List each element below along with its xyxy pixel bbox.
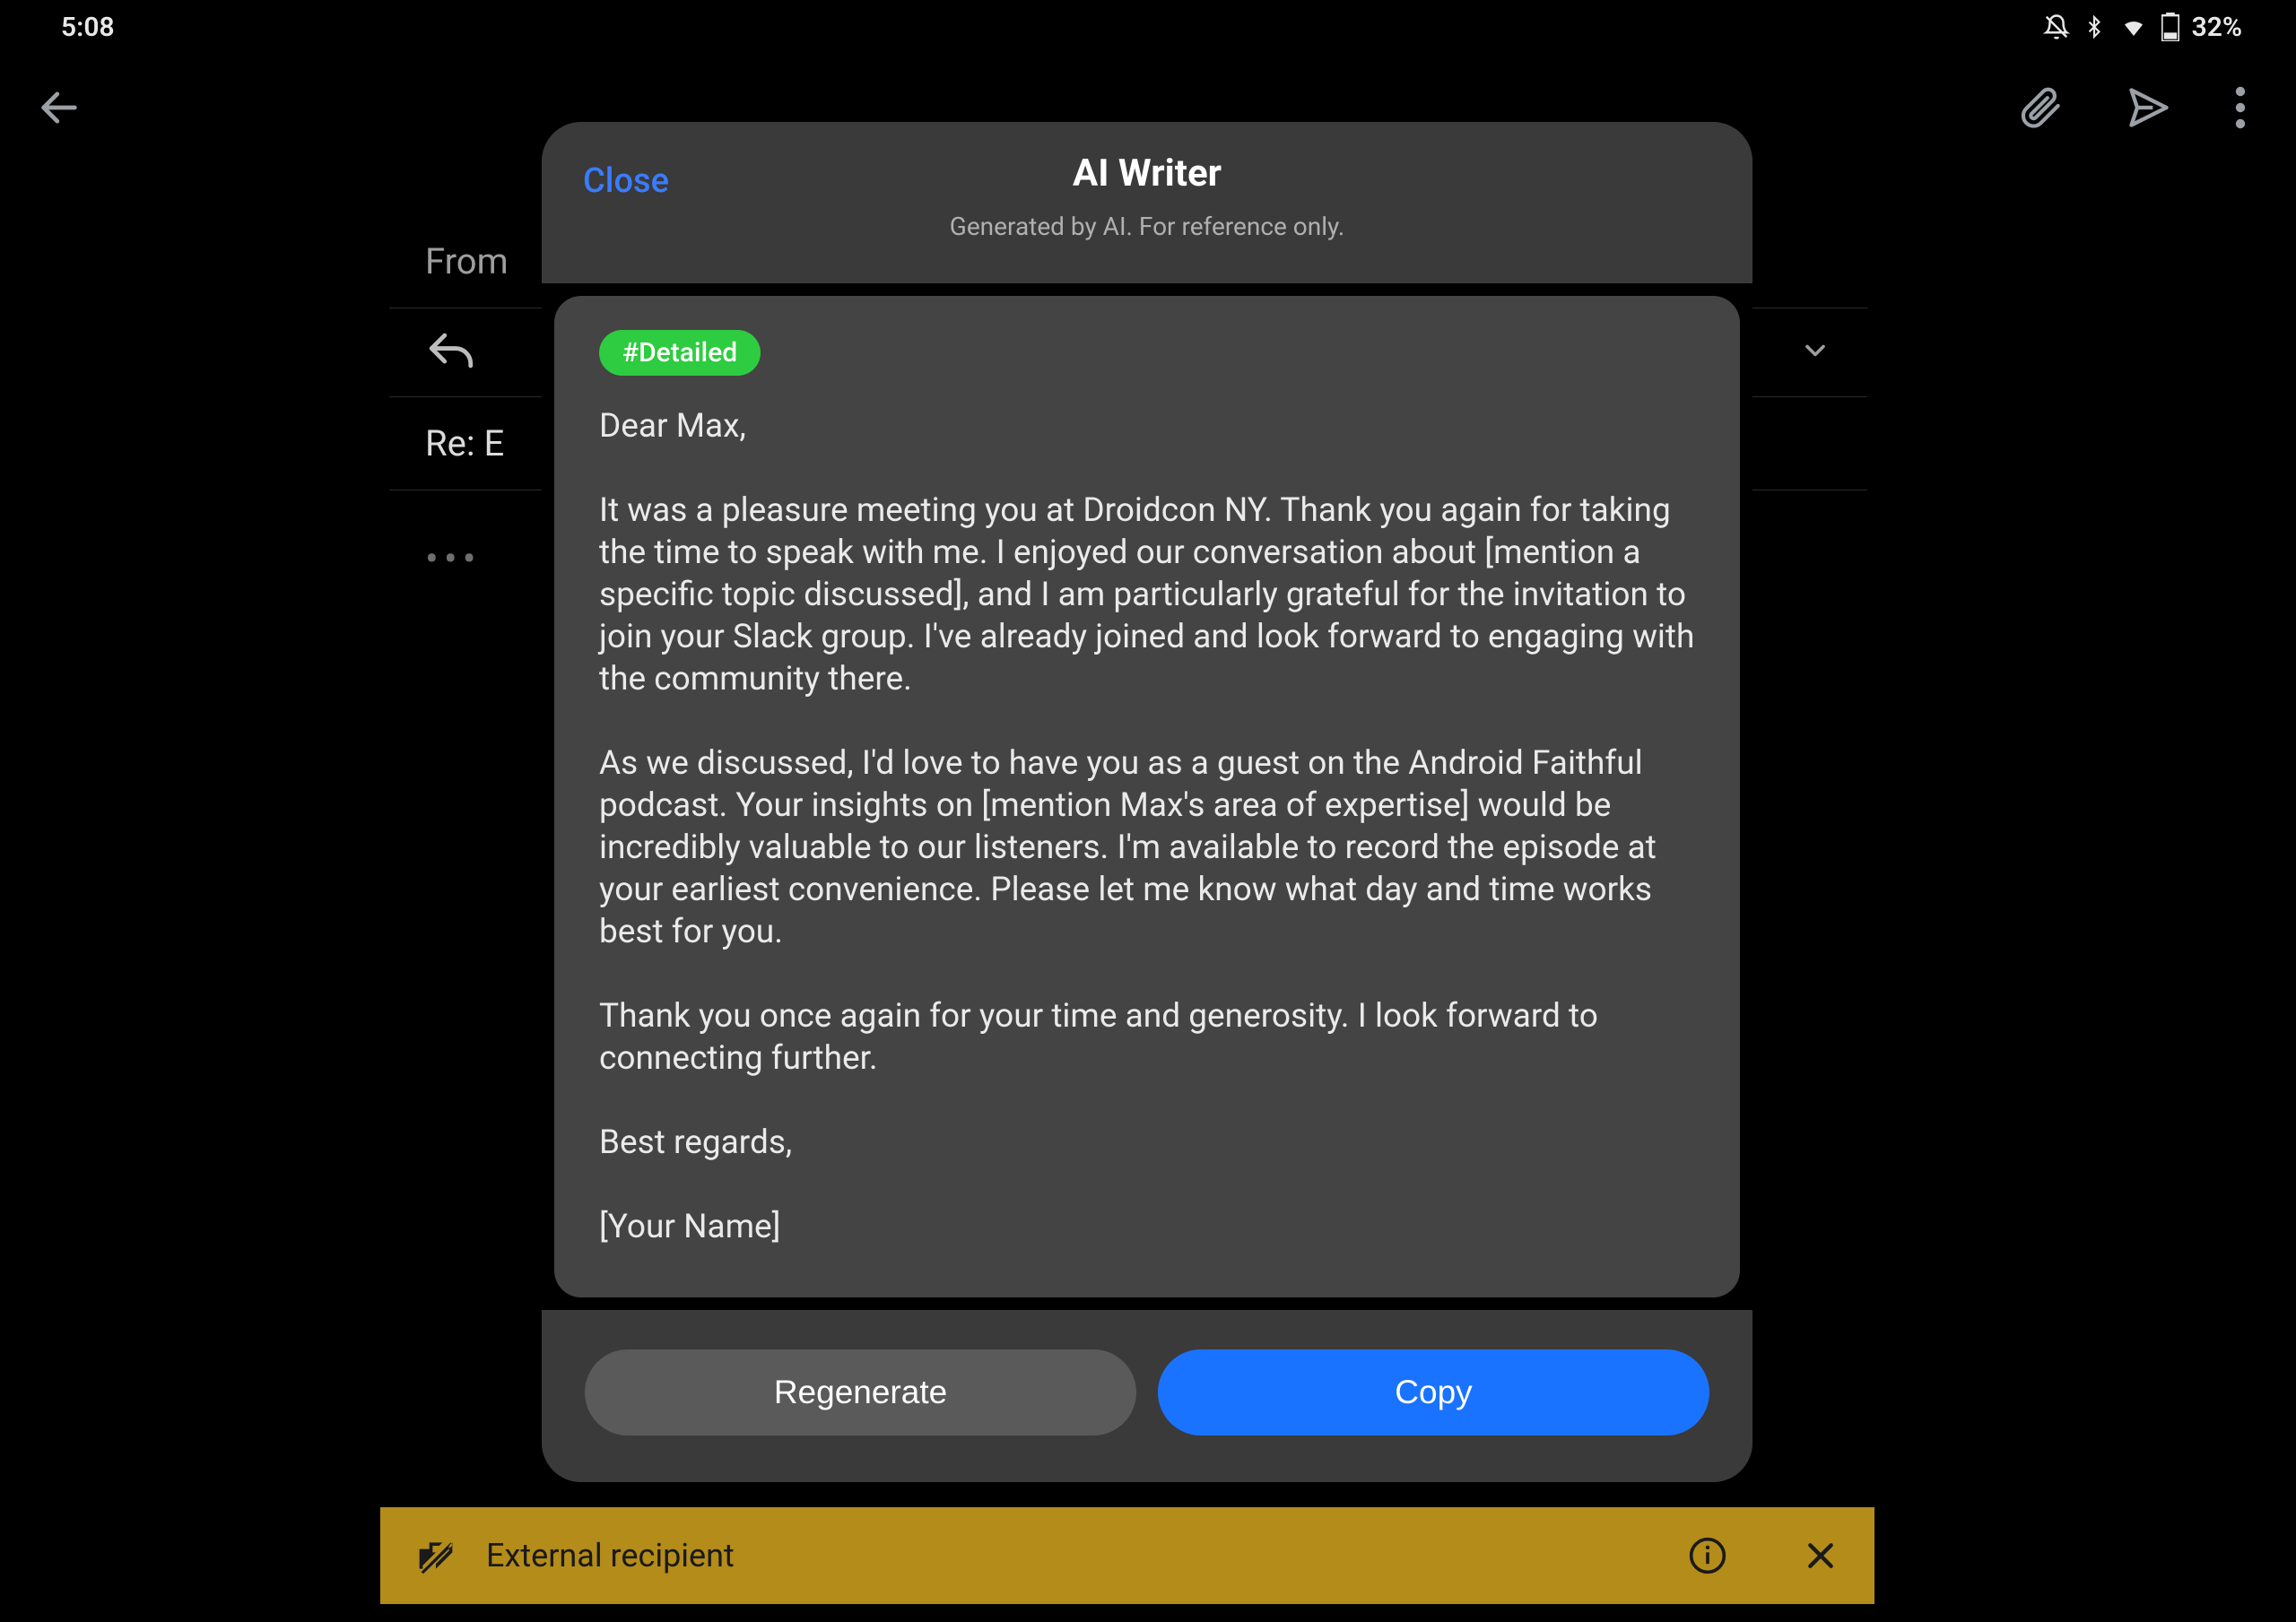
- dialog-header: Close AI Writer Generated by AI. For ref…: [542, 122, 1752, 283]
- ai-writer-dialog: Close AI Writer Generated by AI. For ref…: [542, 122, 1752, 1482]
- dialog-title: AI Writer: [1073, 152, 1222, 195]
- dialog-footer: Regenerate Copy: [542, 1310, 1752, 1482]
- style-tag: #Detailed: [599, 330, 761, 376]
- dialog-body: #Detailed Dear Max, It was a pleasure me…: [554, 296, 1740, 1297]
- regenerate-button[interactable]: Regenerate: [585, 1349, 1136, 1436]
- dialog-subtitle: Generated by AI. For reference only.: [950, 212, 1344, 241]
- generated-text[interactable]: Dear Max, It was a pleasure meeting you …: [599, 406, 1695, 1249]
- close-button[interactable]: Close: [583, 161, 669, 201]
- copy-button[interactable]: Copy: [1158, 1349, 1709, 1436]
- dialog-backdrop: Close AI Writer Generated by AI. For ref…: [0, 0, 2296, 1622]
- dialog-body-wrap: #Detailed Dear Max, It was a pleasure me…: [542, 283, 1752, 1310]
